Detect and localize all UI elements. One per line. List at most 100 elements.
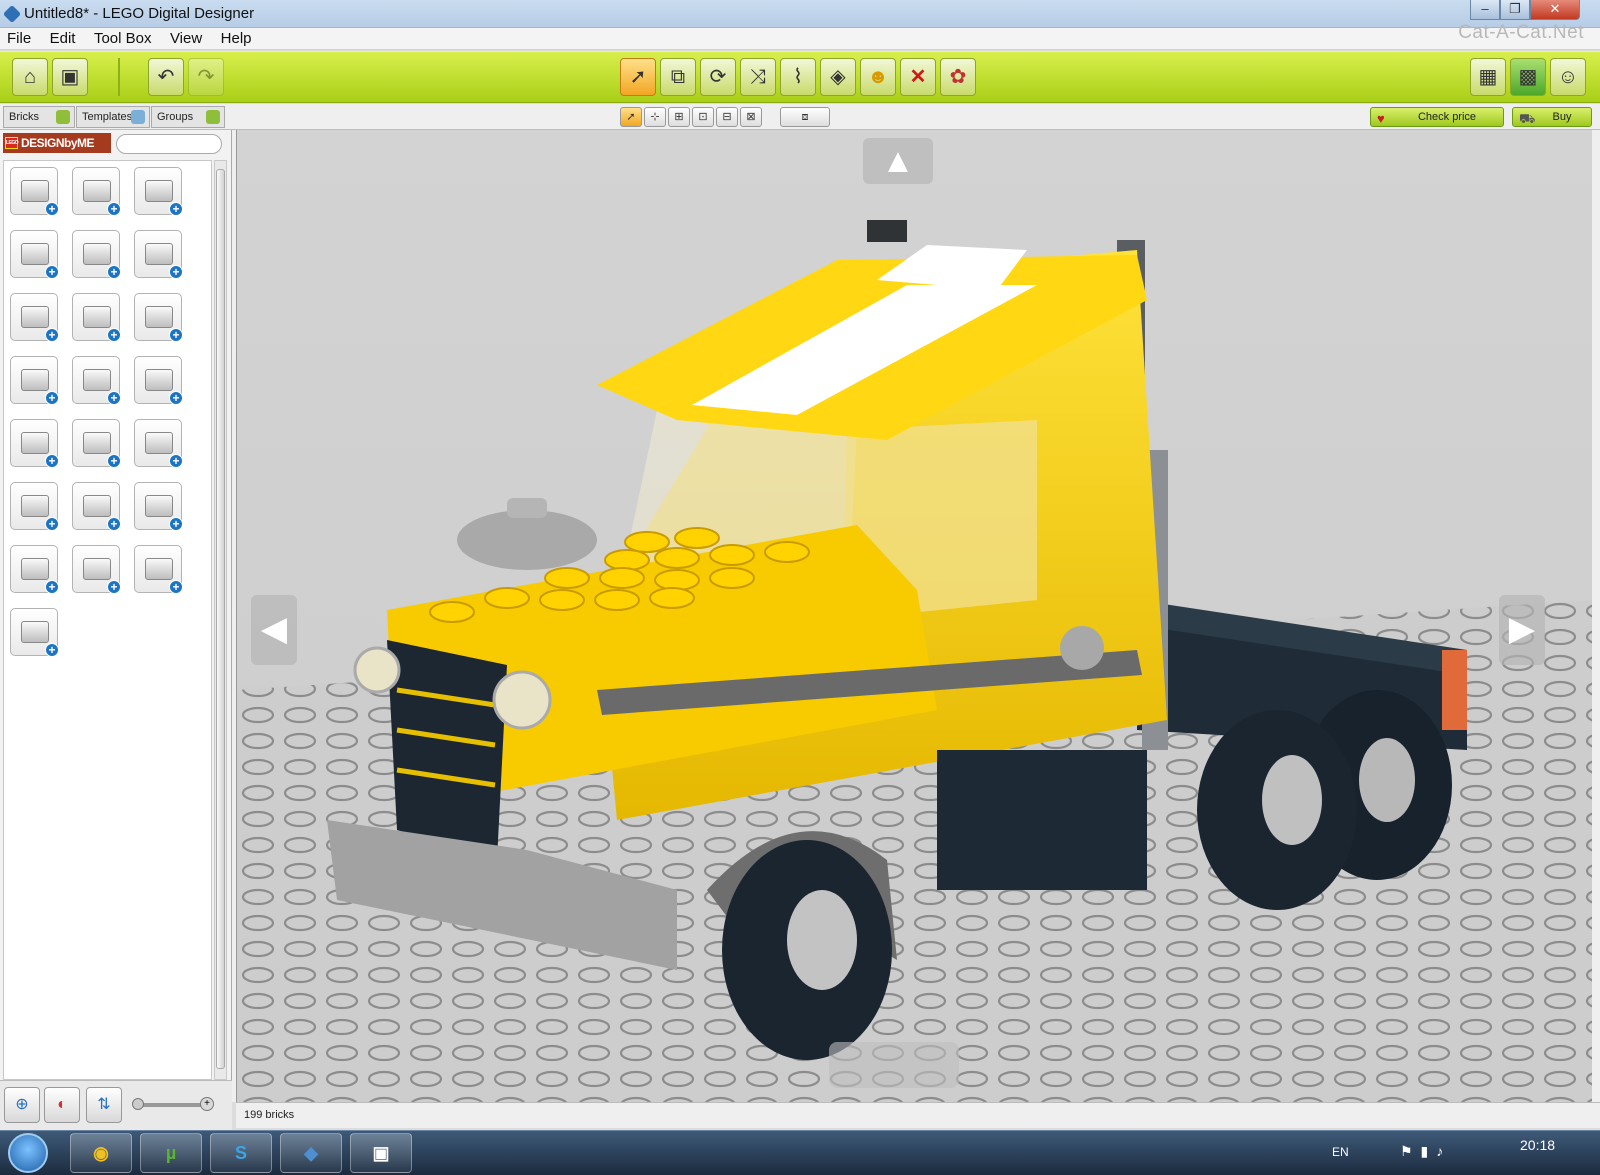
add-brick-icon[interactable]: +	[169, 454, 183, 468]
hinge-align-tool-icon[interactable]: ⤨	[740, 58, 776, 96]
zoom-in-icon[interactable]: +	[200, 1097, 214, 1111]
menu-edit[interactable]: Edit	[43, 28, 83, 49]
add-brick-icon[interactable]: +	[107, 391, 121, 405]
minimize-button[interactable]: ‒	[1470, 0, 1500, 20]
color-select-icon[interactable]: ⊞	[668, 107, 690, 127]
redo-icon[interactable]: ↷	[188, 58, 224, 96]
clone-tool-icon[interactable]: ⧉	[660, 58, 696, 96]
brick-2x2-icon[interactable]: +	[10, 167, 59, 216]
plate-2x2-icon[interactable]: +	[72, 293, 121, 342]
color-picker-icon[interactable]: ✿	[940, 58, 976, 96]
minifig-brick-icon[interactable]: +	[10, 482, 59, 531]
rotate-left-button[interactable]: ◀	[251, 595, 297, 665]
add-brick-icon[interactable]: +	[169, 580, 183, 594]
tab-templates[interactable]: Templates	[76, 106, 150, 128]
wheel-brick-icon[interactable]: +	[72, 419, 121, 468]
add-brick-icon[interactable]: +	[45, 265, 59, 279]
add-brick-icon[interactable]: +	[107, 517, 121, 531]
rotate-right-button[interactable]: ▶	[1499, 595, 1545, 665]
brick-round-icon[interactable]: +	[134, 167, 183, 216]
add-brick-icon[interactable]: +	[169, 517, 183, 531]
door-brick-icon[interactable]: +	[10, 419, 59, 468]
clock[interactable]: 20:18	[1520, 1137, 1555, 1153]
plate-2x3-icon[interactable]: +	[134, 293, 183, 342]
undo-icon[interactable]: ↶	[148, 58, 184, 96]
add-model-icon[interactable]: ⊕	[4, 1087, 40, 1123]
paint-bucket-icon[interactable]: ◈	[820, 58, 856, 96]
app-icon[interactable]: ▣	[350, 1133, 412, 1173]
zoom-controls[interactable]	[829, 1042, 959, 1088]
add-brick-icon[interactable]: +	[45, 643, 59, 657]
add-brick-icon[interactable]: +	[169, 265, 183, 279]
lego-icon[interactable]: ◆	[280, 1133, 342, 1173]
invert-select-icon[interactable]: ⊠	[740, 107, 762, 127]
language-indicator[interactable]: EN	[1332, 1145, 1349, 1159]
single-select-icon[interactable]: ➚	[620, 107, 642, 127]
axle-brick-icon[interactable]: +	[10, 545, 59, 594]
add-brick-icon[interactable]: +	[107, 454, 121, 468]
menu-file[interactable]: File	[0, 28, 38, 49]
add-brick-icon[interactable]: +	[45, 580, 59, 594]
brick-corner-icon[interactable]: +	[72, 167, 121, 216]
headlight-brick-icon[interactable]: +	[72, 482, 121, 531]
add-brick-icon[interactable]: +	[107, 202, 121, 216]
color-filter-icon[interactable]: ◐	[44, 1087, 80, 1123]
slope-curved-icon[interactable]: +	[134, 230, 183, 279]
maximize-button[interactable]: ❐	[1500, 0, 1530, 20]
start-button[interactable]	[8, 1133, 48, 1173]
building-guide-icon[interactable]: ☺	[1550, 58, 1586, 96]
save-icon[interactable]: ▣	[52, 58, 88, 96]
palette-zoom-slider[interactable]: +	[132, 1097, 214, 1111]
technic-brick-icon[interactable]: +	[10, 356, 59, 405]
view-mode-icon[interactable]: ▩	[1510, 58, 1546, 96]
antenna-brick-icon[interactable]: +	[134, 419, 183, 468]
rotate-up-button[interactable]: ▲	[863, 138, 933, 184]
add-brick-icon[interactable]: +	[169, 202, 183, 216]
panel-collapse-right[interactable]	[1592, 130, 1600, 1102]
buy-button[interactable]: ⛟ Buy	[1512, 107, 1592, 127]
delete-tool-icon[interactable]: ✕	[900, 58, 936, 96]
group-select-icon[interactable]: ⧈	[780, 107, 830, 127]
hide-tool-icon[interactable]: ☻	[860, 58, 896, 96]
arch-brick-icon[interactable]: +	[10, 293, 59, 342]
3d-viewport[interactable]: ▲ ◀ ▶	[236, 130, 1592, 1102]
hinge-tool-icon[interactable]: ⟳	[700, 58, 736, 96]
slope-brick-icon[interactable]: +	[72, 230, 121, 279]
connected-select-icon[interactable]: ⊹	[644, 107, 666, 127]
menu-view[interactable]: View	[163, 28, 209, 49]
scrollbar-thumb[interactable]	[216, 169, 225, 1069]
baseplate-brick-icon[interactable]: +	[10, 608, 59, 657]
menu-toolbox[interactable]: Tool Box	[87, 28, 159, 49]
flex-tool-icon[interactable]: ⌇	[780, 58, 816, 96]
close-button[interactable]: ✕	[1530, 0, 1580, 20]
add-brick-icon[interactable]: +	[45, 328, 59, 342]
chrome-icon[interactable]: ◉	[70, 1133, 132, 1173]
tray-icons[interactable]: ⚑▮♪	[1400, 1143, 1451, 1160]
add-brick-icon[interactable]: +	[107, 580, 121, 594]
palette-scrollbar[interactable]	[214, 160, 227, 1080]
add-brick-icon[interactable]: +	[45, 517, 59, 531]
brick-2x4-icon[interactable]: +	[10, 230, 59, 279]
check-price-button[interactable]: ♥ Check price	[1370, 107, 1504, 127]
technic-beam-icon[interactable]: +	[134, 482, 183, 531]
gear-brick-icon[interactable]: +	[72, 545, 121, 594]
add-brick-icon[interactable]: +	[107, 265, 121, 279]
menu-help[interactable]: Help	[214, 28, 259, 49]
build-mode-icon[interactable]: ▦	[1470, 58, 1506, 96]
pipe-brick-icon[interactable]: +	[134, 545, 183, 594]
add-brick-icon[interactable]: +	[169, 391, 183, 405]
add-brick-icon[interactable]: +	[45, 454, 59, 468]
tab-groups[interactable]: Groups	[151, 106, 225, 128]
tile-brick-icon[interactable]: +	[72, 356, 121, 405]
plate-bracket-icon[interactable]: +	[134, 356, 183, 405]
search-input[interactable]	[116, 134, 222, 154]
add-brick-icon[interactable]: +	[169, 328, 183, 342]
sort-bricks-icon[interactable]: ⇅	[86, 1087, 122, 1123]
slider-knob[interactable]	[132, 1098, 144, 1110]
shape-color-select-icon[interactable]: ⊟	[716, 107, 738, 127]
shape-select-icon[interactable]: ⊡	[692, 107, 714, 127]
skype-icon[interactable]: S	[210, 1133, 272, 1173]
add-brick-icon[interactable]: +	[107, 328, 121, 342]
add-brick-icon[interactable]: +	[45, 202, 59, 216]
home-icon[interactable]: ⌂	[12, 58, 48, 96]
